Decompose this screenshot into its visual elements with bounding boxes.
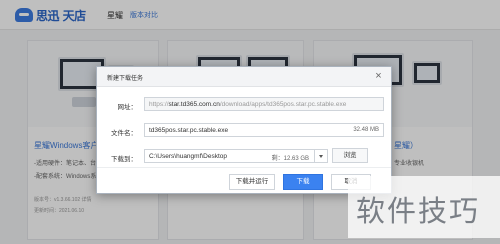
download-button[interactable]: 下载	[283, 174, 323, 190]
saveto-label: 下载到：	[111, 156, 137, 163]
watermark-text: 软件技巧	[356, 194, 481, 228]
save-path-value: C:\Users\huangmf\Desktop	[149, 153, 228, 160]
save-path-select[interactable]: C:\Users\huangmf\Desktop 剩：12.63 GB	[144, 149, 328, 163]
dialog-title: 新建下载任务	[107, 76, 144, 82]
free-space: 剩：12.63 GB	[271, 156, 309, 162]
url-label: 网址：	[117, 104, 138, 111]
url-prefix: https://	[149, 101, 169, 108]
dialog-divider	[97, 167, 391, 168]
filename-field[interactable]: td365pos.star.pc.stable.exe 32.48 MB	[144, 123, 384, 137]
new-download-dialog: 新建下载任务 × 网址： https://star.td365.com.cn/d…	[96, 66, 392, 194]
browse-button[interactable]: 浏览	[332, 148, 368, 163]
close-icon[interactable]: ×	[372, 70, 385, 83]
chevron-down-icon[interactable]	[314, 150, 327, 162]
file-size: 32.48 MB	[353, 127, 379, 133]
url-field[interactable]: https://star.td365.com.cn/download/apps/…	[144, 97, 384, 111]
filename-label: 文件名：	[111, 130, 137, 137]
dialog-titlebar[interactable]: 新建下载任务 ×	[97, 67, 391, 87]
url-path: /download/apps/td365pos.star.pc.stable.e…	[219, 101, 347, 108]
download-and-run-button[interactable]: 下载并运行	[229, 174, 275, 190]
url-host: star.td365.com.cn	[168, 101, 220, 108]
filename-value: td365pos.star.pc.stable.exe	[149, 127, 229, 134]
